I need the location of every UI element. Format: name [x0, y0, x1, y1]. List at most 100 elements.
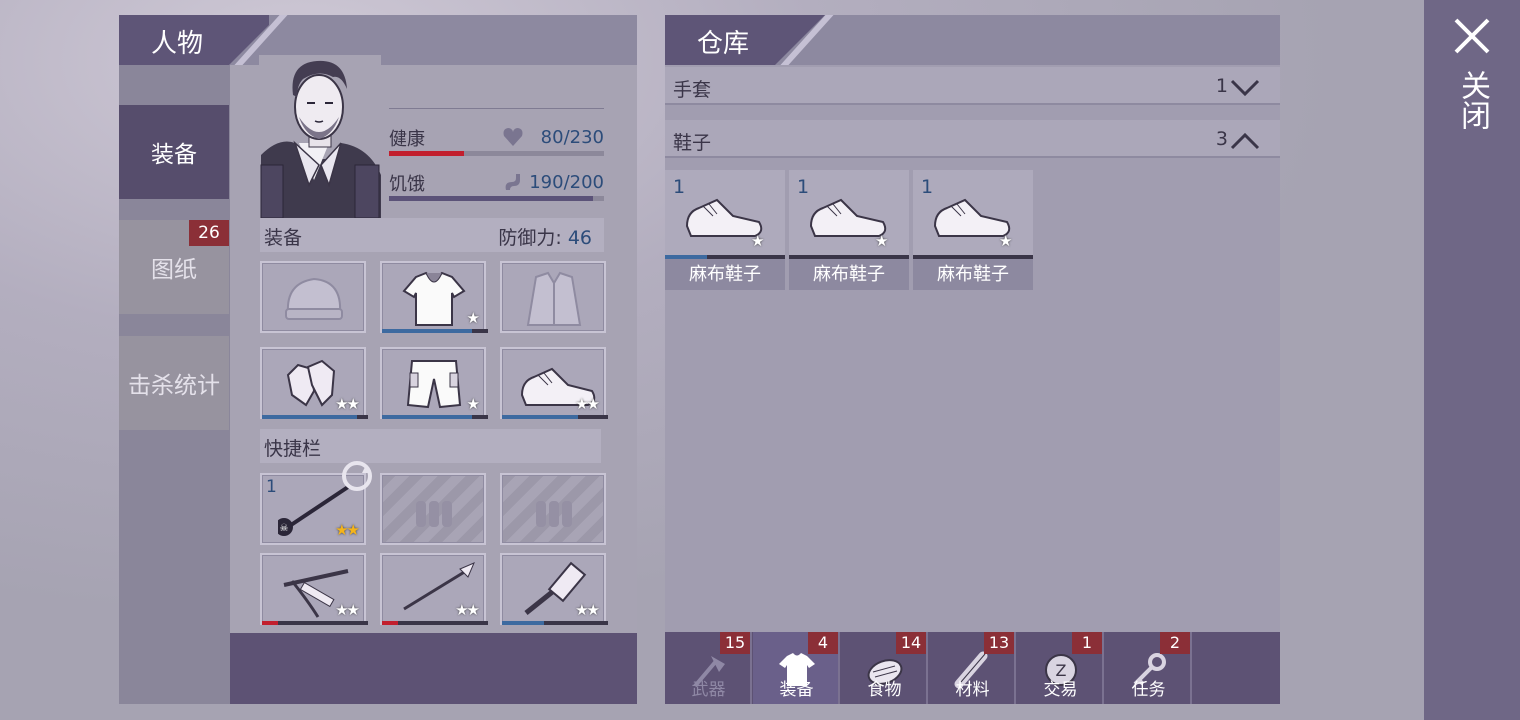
tab-trade[interactable]: Z 1 交易	[1017, 632, 1104, 704]
tab-label: 装备	[779, 680, 814, 700]
health-bar-fill	[389, 151, 465, 156]
category-name: 鞋子	[673, 132, 712, 154]
tab-food[interactable]: 14 食物	[841, 632, 928, 704]
sidebar-tab-label: 装备	[151, 142, 197, 168]
rarity-stars: ★★	[575, 601, 600, 619]
sidebar-tab-label: 图纸	[151, 257, 197, 283]
beanie-icon	[285, 277, 343, 320]
quickbar-slot-1[interactable]: 1 ☠ ★★	[260, 461, 372, 545]
quickbar-slot-4[interactable]: ★★	[260, 553, 368, 625]
warehouse-header: 仓库	[665, 15, 1280, 65]
hunger-bar	[389, 196, 604, 201]
durability-bar	[382, 329, 488, 333]
item-count: 1	[266, 477, 277, 497]
durability-fill	[382, 415, 473, 419]
warehouse-item[interactable]: 1 ★ 麻布鞋子	[789, 170, 909, 290]
category-row-gloves[interactable]: 手套 1	[665, 67, 1280, 105]
defense-label: 防御力:	[498, 227, 562, 249]
tab-badge: 15	[720, 632, 750, 654]
character-portrait	[259, 55, 381, 218]
durability-bar	[382, 415, 488, 419]
character-bottom-bar	[230, 633, 637, 704]
character-sidebar: 装备 图纸 26 击杀统计	[119, 65, 230, 704]
close-panel[interactable]: 关闭	[1424, 0, 1520, 720]
rarity-stars: ★★	[455, 601, 480, 619]
tab-label: 任务	[1131, 680, 1166, 700]
rarity-stars: ★	[466, 309, 481, 327]
quickbar-title: 快捷栏	[264, 438, 322, 460]
chevron-up-icon[interactable]	[1230, 131, 1260, 156]
durability-bar	[262, 415, 368, 419]
close-icon[interactable]	[1452, 16, 1492, 56]
tab-label: 食物	[867, 680, 902, 700]
equip-slot-hands[interactable]: ★★	[260, 347, 368, 419]
durability-bar	[382, 621, 488, 625]
tab-tasks[interactable]: 2 任务	[1105, 632, 1192, 704]
durability-bar	[502, 621, 608, 625]
item-name: 麻布鞋子	[789, 259, 909, 290]
tab-label: 交易	[1043, 680, 1078, 700]
warehouse-panel: 仓库 手套 1 鞋子 3 1 ★ 麻布鞋子 1 ★ 麻布鞋子 1 ★ 麻布鞋子	[665, 15, 1280, 704]
tab-weapons[interactable]: 15 武器	[665, 632, 752, 704]
close-label[interactable]: 关闭	[1454, 70, 1494, 130]
sidebar-tab-label: 击杀统计	[128, 373, 220, 399]
quickbar-slot-5[interactable]: ★★	[380, 553, 488, 625]
tab-equipment[interactable]: 4 装备	[753, 632, 840, 704]
equip-slot-legs[interactable]: ★	[380, 347, 488, 419]
tab-badge: 13	[984, 632, 1014, 654]
stats-divider	[389, 108, 604, 109]
category-row-shoes[interactable]: 鞋子 3	[665, 120, 1280, 158]
rarity-stars: ★★	[335, 521, 360, 539]
warehouse-category-tabs: 15 武器 4 装备 14 食物 13 材料 Z 1 交易 2 任务	[665, 632, 1280, 704]
character-title: 人物	[151, 29, 204, 59]
sidebar-tab-equipment[interactable]: 装备	[119, 105, 229, 199]
rarity-stars: ★	[875, 232, 889, 250]
warehouse-title-tab: 仓库	[665, 15, 825, 65]
category-name: 手套	[673, 79, 712, 101]
quickbar-slot-2-empty[interactable]	[380, 473, 486, 545]
category-count: 3	[1215, 128, 1228, 150]
durability-bar	[502, 415, 608, 419]
quickbar-section-header: 快捷栏	[260, 429, 601, 463]
equip-slot-head[interactable]	[260, 261, 366, 333]
tab-badge: 4	[808, 632, 838, 654]
durability-fill	[382, 621, 398, 625]
rarity-stars: ★★	[575, 395, 600, 413]
character-panel: 人物 装备 图纸 26 击杀统计 健康 80/230 饥饿 190/200 装备…	[119, 15, 637, 704]
health-stat: 健康 80/230	[389, 125, 604, 157]
health-label: 健康	[389, 129, 425, 150]
svg-text:☠: ☠	[280, 523, 289, 534]
health-bar	[389, 151, 604, 156]
sidebar-tab-kill-stats[interactable]: 击杀统计	[119, 336, 229, 430]
equip-slot-outer[interactable]	[500, 261, 606, 333]
warehouse-item[interactable]: 1 ★ 麻布鞋子	[665, 170, 785, 290]
defense-readout: 防御力: 46	[498, 223, 592, 250]
tab-materials[interactable]: 13 材料	[929, 632, 1016, 704]
durability-fill	[382, 329, 473, 333]
category-count: 1	[1215, 75, 1228, 97]
tshirt-icon	[402, 271, 466, 326]
stomach-icon	[505, 174, 520, 190]
rarity-stars: ★★	[335, 395, 360, 413]
equip-slot-feet[interactable]: ★★	[500, 347, 608, 419]
ammo-empty-icon	[416, 501, 452, 527]
rarity-stars: ★	[751, 232, 765, 250]
sidebar-tab-blueprints[interactable]: 图纸 26	[119, 220, 229, 314]
tab-badge: 1	[1072, 632, 1102, 654]
warehouse-item[interactable]: 1 ★ 麻布鞋子	[913, 170, 1033, 290]
equipment-section-header: 装备 防御力: 46	[260, 218, 604, 252]
quickbar-slot-6[interactable]: ★★	[500, 553, 608, 625]
swap-icon[interactable]	[340, 459, 374, 493]
blueprints-badge: 26	[189, 220, 229, 246]
tab-badge: 14	[896, 632, 926, 654]
equip-slot-body[interactable]: ★	[380, 261, 488, 333]
quickbar-slot-3-empty[interactable]	[500, 473, 606, 545]
durability-fill	[502, 621, 545, 625]
shorts-icon	[406, 360, 462, 409]
chevron-down-icon[interactable]	[1230, 78, 1260, 103]
jacket-icon	[526, 271, 582, 326]
item-name: 麻布鞋子	[665, 259, 785, 290]
tab-label: 武器	[691, 680, 726, 700]
rarity-stars: ★★	[335, 601, 360, 619]
hunger-bar-fill	[389, 196, 594, 201]
